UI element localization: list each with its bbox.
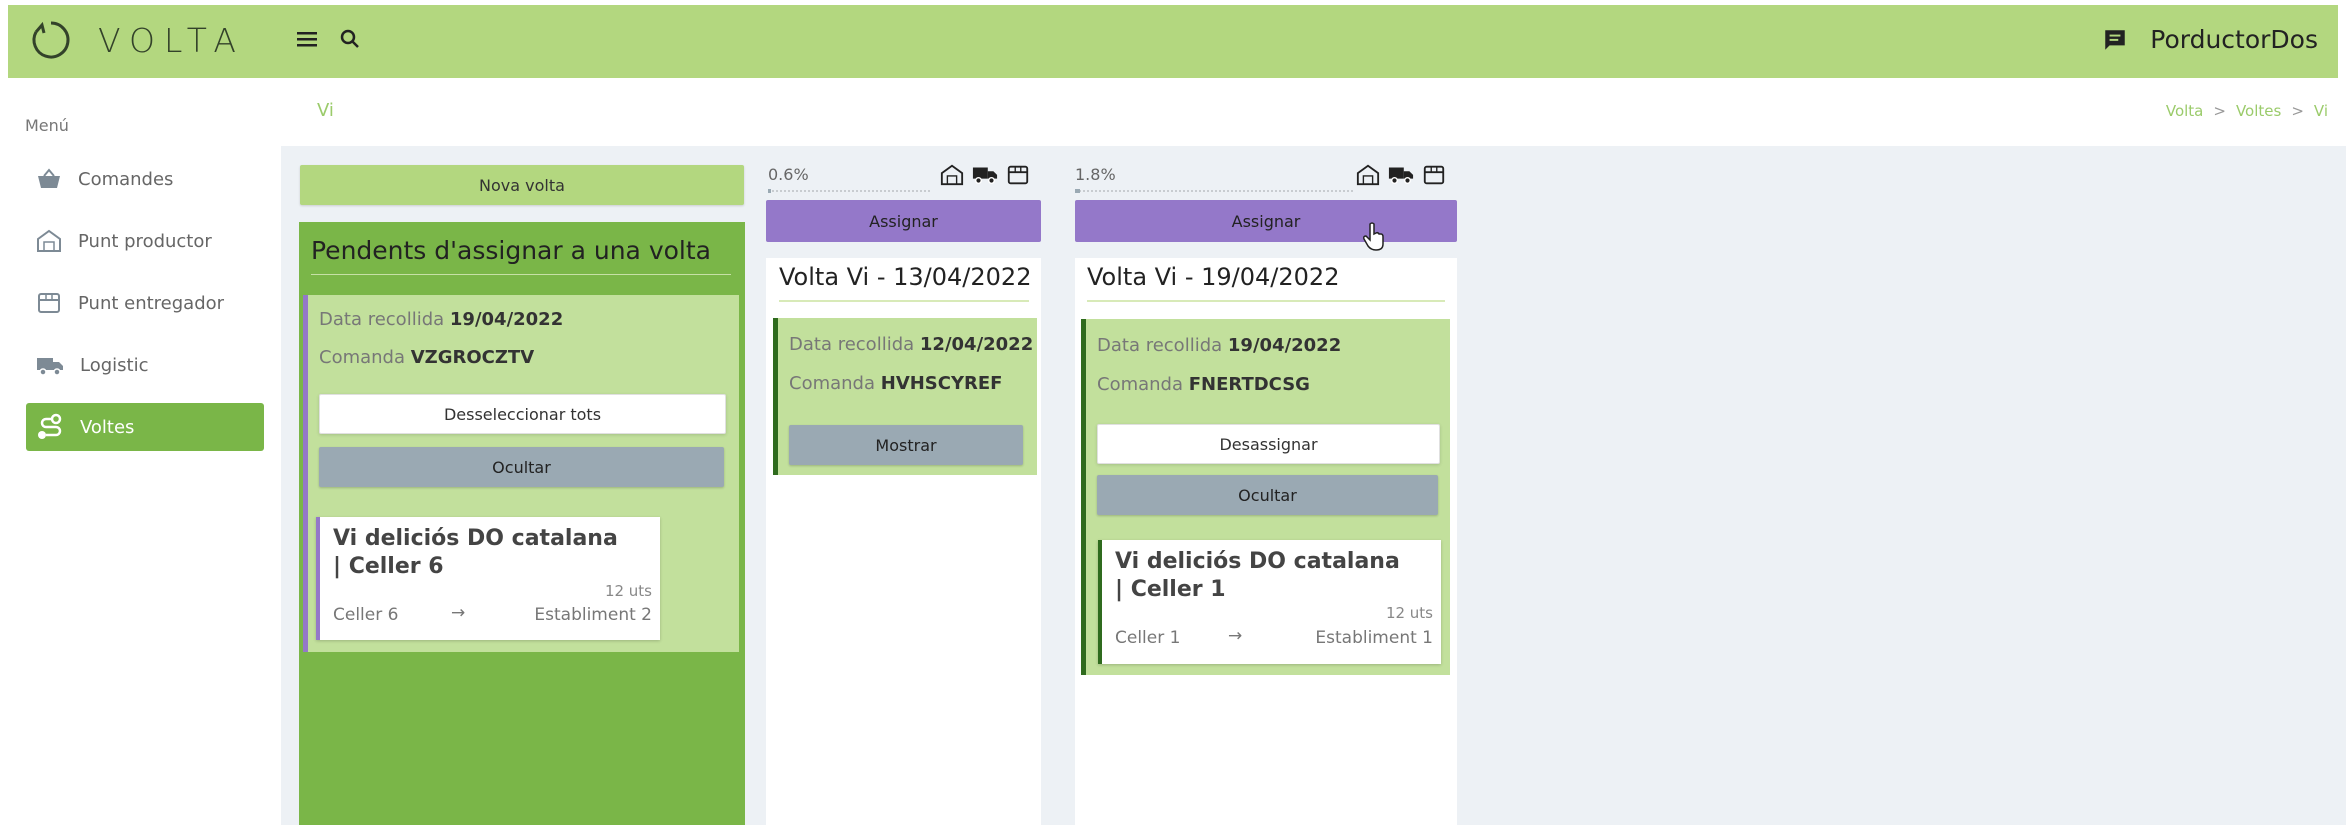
chevron-right-icon: > xyxy=(2213,102,2226,120)
order-code: Comanda FNERTDCSG xyxy=(1097,374,1310,395)
truck-icon xyxy=(1388,167,1414,184)
route-icon xyxy=(38,413,62,439)
breadcrumb-item[interactable]: Volta xyxy=(2166,102,2204,120)
divider xyxy=(779,300,1029,302)
progress-fill xyxy=(1075,189,1080,193)
warehouse-icon xyxy=(37,229,61,252)
sidebar-item-punt-productor[interactable]: Punt productor xyxy=(26,217,264,265)
product-card[interactable]: Vi deliciós DO catalana | Celler 6 12 ut… xyxy=(316,517,660,640)
pickup-date: Data recollida 12/04/2022 xyxy=(789,334,1034,355)
hide-button[interactable]: Ocultar xyxy=(1097,475,1438,515)
product-card[interactable]: Vi deliciós DO catalana | Celler 1 12 ut… xyxy=(1098,540,1441,664)
logo[interactable]: VOLTA xyxy=(30,19,245,61)
order-card: Data recollida 12/04/2022 Comanda HVHSCY… xyxy=(773,318,1037,475)
breadcrumb-item[interactable]: Voltes xyxy=(2236,102,2281,120)
sidebar-item-comandes[interactable]: Comandes xyxy=(26,155,264,203)
origin: Celler 1 xyxy=(1115,628,1181,648)
volta-title: Volta Vi - 19/04/2022 xyxy=(1087,263,1340,291)
origin: Celler 6 xyxy=(333,605,399,625)
order-card: Data recollida 19/04/2022 Comanda VZGROC… xyxy=(303,295,739,652)
deselect-all-button[interactable]: Desseleccionar tots xyxy=(319,394,726,434)
arrow-right-icon: → xyxy=(1228,626,1243,646)
logo-icon xyxy=(32,21,70,59)
volta-column: Volta Vi - 13/04/2022 Data recollida 12/… xyxy=(766,258,1041,825)
logo-text: VOLTA xyxy=(98,20,245,60)
breadcrumb-item: Vi xyxy=(2313,102,2328,120)
divider xyxy=(1087,300,1445,302)
sidebar-item-logistic[interactable]: Logistic xyxy=(26,341,264,389)
pending-column: Pendents d'assignar a una volta Data rec… xyxy=(299,222,745,825)
pending-title: Pendents d'assignar a una volta xyxy=(311,236,711,265)
order-code: Comanda HVHSCYREF xyxy=(789,373,1003,394)
volta-icons xyxy=(1356,163,1446,187)
sidebar-item-label: Voltes xyxy=(80,416,135,438)
user-menu[interactable]: PorductorDos xyxy=(2102,25,2318,54)
progress-text: 1.8% xyxy=(1075,165,1116,184)
hand-cursor-icon xyxy=(1363,222,1384,251)
progress-bar xyxy=(1075,190,1353,192)
volta-title: Volta Vi - 13/04/2022 xyxy=(779,263,1032,291)
store-icon xyxy=(1423,165,1445,185)
truck-icon xyxy=(37,358,63,376)
pickup-date: Data recollida 19/04/2022 xyxy=(319,309,564,330)
volta-column: Volta Vi - 19/04/2022 Data recollida 19/… xyxy=(1075,258,1457,825)
destination: Establiment 2 xyxy=(534,605,652,625)
chat-icon xyxy=(2105,29,2126,50)
progress-bar xyxy=(768,190,930,192)
show-button[interactable]: Mostrar xyxy=(789,425,1023,465)
new-volta-button[interactable]: Nova volta xyxy=(300,165,744,205)
pickup-date: Data recollida 19/04/2022 xyxy=(1097,335,1342,356)
sidebar-item-label: Punt entregador xyxy=(78,292,225,314)
sidebar: Menú Comandes Punt productor Punt entreg… xyxy=(0,78,280,825)
sidebar-item-label: Comandes xyxy=(78,168,174,190)
destination: Establiment 1 xyxy=(1315,628,1433,648)
unassign-button[interactable]: Desassignar xyxy=(1097,424,1440,464)
arrow-right-icon: → xyxy=(451,603,466,623)
sidebar-item-voltes[interactable]: Voltes xyxy=(26,403,264,451)
search-icon[interactable] xyxy=(338,27,362,55)
progress-text: 0.6% xyxy=(768,165,809,184)
chevron-right-icon: > xyxy=(2291,102,2304,120)
divider xyxy=(311,274,731,275)
product-name: Vi deliciós DO catalana | Celler 1 xyxy=(1115,549,1400,602)
hamburger-menu-icon[interactable] xyxy=(295,27,319,55)
warehouse-icon xyxy=(1356,164,1380,186)
page-header: Vi Volta > Voltes > Vi xyxy=(281,78,2346,146)
basket-icon xyxy=(38,168,60,188)
product-name: Vi deliciós DO catalana | Celler 6 xyxy=(333,526,618,579)
truck-icon xyxy=(972,167,998,184)
hide-button[interactable]: Ocultar xyxy=(319,447,724,487)
volta-icons xyxy=(940,163,1030,187)
order-code: Comanda VZGROCZTV xyxy=(319,347,535,368)
user-name: PorductorDos xyxy=(2150,25,2318,54)
sidebar-item-label: Logistic xyxy=(80,354,149,376)
sidebar-item-punt-entregador[interactable]: Punt entregador xyxy=(26,279,264,327)
progress-fill xyxy=(768,189,771,193)
sidebar-item-label: Punt productor xyxy=(78,230,212,252)
assign-button[interactable]: Assignar xyxy=(1075,200,1457,242)
product-units: 12 uts xyxy=(1385,604,1433,622)
top-bar: VOLTA PorductorDos xyxy=(8,5,2338,78)
warehouse-icon xyxy=(940,164,964,186)
breadcrumb: Volta > Voltes > Vi xyxy=(2166,102,2328,120)
assign-button[interactable]: Assignar xyxy=(766,200,1041,242)
menu-title: Menú xyxy=(25,116,69,135)
store-icon xyxy=(38,293,60,313)
page-title: Vi xyxy=(317,100,334,121)
product-units: 12 uts xyxy=(604,582,652,600)
order-card: Data recollida 19/04/2022 Comanda FNERTD… xyxy=(1081,319,1450,675)
store-icon xyxy=(1007,165,1029,185)
